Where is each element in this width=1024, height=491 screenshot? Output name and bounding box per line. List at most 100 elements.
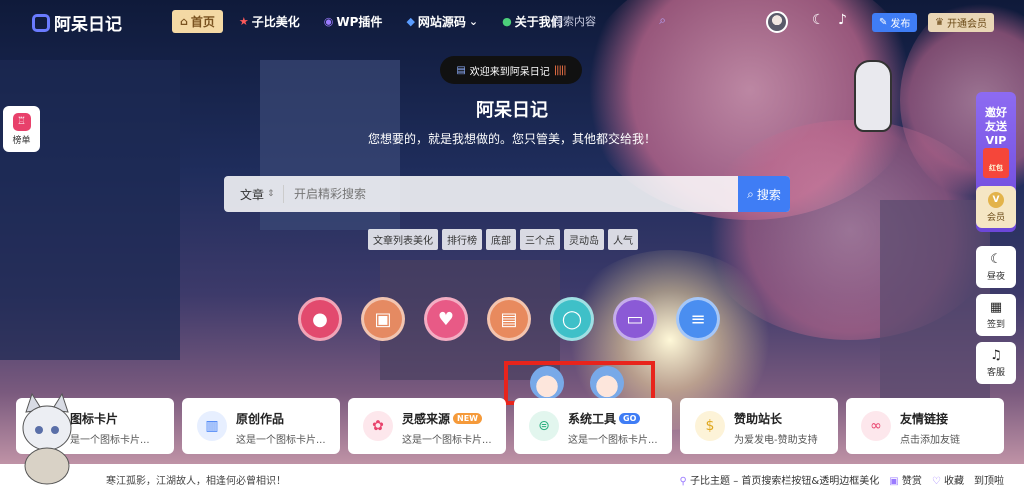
link-icon: ⚲: [679, 476, 687, 487]
icon-card[interactable]: ✿ 灵感来源 NEW 这是一个图标卡片...: [348, 398, 506, 454]
crown-icon: ♛: [935, 17, 944, 28]
ranking-float-button[interactable]: ♖ 榜单: [3, 106, 40, 152]
chevron-down-icon: ⌄: [468, 15, 479, 28]
card-title-text: 灵感来源: [402, 412, 451, 426]
member-button[interactable]: V 会员: [976, 186, 1016, 228]
tag[interactable]: 底部: [486, 229, 516, 250]
vip-button[interactable]: ♛ 开通会员: [928, 13, 994, 32]
publish-button[interactable]: ✎ 发布: [872, 13, 918, 32]
cat-mascot: [22, 392, 72, 485]
search-input[interactable]: [284, 187, 738, 201]
footer-post-link[interactable]: ⚲ 子比主题 – 首页搜索栏按钮&透明边框美化: [680, 472, 880, 487]
icon-card[interactable]: ∞ 友情链接 点击添加友链: [846, 398, 1004, 454]
card-description: 这是一个图标卡片...: [568, 435, 658, 446]
card-badge: NEW: [453, 413, 482, 424]
sidebar-item-moon[interactable]: ☾ 昼夜: [976, 246, 1016, 288]
icon-card[interactable]: ⊜ 系统工具 GO 这是一个图标卡片...: [514, 398, 672, 454]
sidebar-item-calendar[interactable]: ▦ 签到: [976, 294, 1016, 336]
nav-label: 首页: [190, 15, 215, 29]
tag[interactable]: 三个点: [520, 229, 560, 250]
welcome-text: 欢迎来到阿呆日记: [469, 66, 550, 78]
header-search-input[interactable]: 搜索内容 ⌕: [544, 9, 674, 33]
member-label: 会员: [986, 212, 1005, 223]
gift-icon[interactable]: ▣: [361, 297, 405, 341]
heart-icon[interactable]: ♥: [424, 297, 468, 341]
card-title-text: 友情链接: [900, 412, 949, 426]
search-button[interactable]: ⌕ 搜索: [738, 176, 790, 212]
image-icon[interactable]: ▤: [487, 297, 531, 341]
nav-label: 子比美化: [251, 15, 300, 29]
nav-label: 网站源码: [417, 15, 466, 29]
footer-link-label: 收藏: [944, 476, 964, 487]
sidebar-item-label: 签到: [986, 320, 1005, 330]
hero-search: 文章 ⇕ ⌕ 搜索: [224, 176, 790, 212]
info-icon: ●: [502, 15, 512, 28]
link-icon: ∞: [861, 411, 891, 441]
card-title: 友情链接: [900, 410, 948, 427]
code-icon: ◆: [406, 15, 415, 28]
card-description: 这是一个图标卡片...: [402, 435, 492, 446]
message-icon: ▤: [456, 64, 466, 76]
card-icon[interactable]: ▭: [613, 297, 657, 341]
icon-card[interactable]: $ 赞助站长 为爱发电-赞助支持: [680, 398, 838, 454]
gift-icon: ▣: [889, 476, 899, 487]
reward-button[interactable]: ▣ 赞赏: [889, 472, 922, 487]
search-button-label: 搜索: [756, 187, 781, 202]
footer-bar: 寒江孤影，江湖故人，相逢何必曾相识！ ⚲ 子比主题 – 首页搜索栏按钮&透明边框…: [0, 464, 1024, 491]
search-icon[interactable]: ⌕: [659, 13, 666, 28]
nav-item-zibi[interactable]: ★ 子比美化: [231, 10, 308, 33]
main-nav: ⌂ 首页 ★ 子比美化 ◉ WP插件 ◆ 网站源码 ⌄ ● 关于我们: [172, 10, 571, 33]
logo-text: 阿呆日记: [54, 15, 122, 35]
home-icon: ⌂: [180, 15, 188, 28]
moon-icon: ☾: [990, 252, 1002, 267]
icon-card[interactable]: ▥ 原创作品这是一个图标卡片...: [182, 398, 340, 454]
card-title-text: 原创作品: [236, 412, 285, 426]
card-title-text: 系统工具: [568, 412, 617, 426]
card-title: 原创作品: [236, 410, 284, 427]
card-description: 这是一个图标卡片...: [236, 435, 326, 446]
nav-item-wp[interactable]: ◉ WP插件: [316, 10, 391, 33]
vip-badge-icon: V: [988, 191, 1004, 208]
card-title-text: 赞助站长: [734, 412, 783, 426]
back-to-top-button[interactable]: 到顶啦: [974, 472, 1004, 487]
card-title: 灵感来源 NEW: [402, 410, 482, 427]
building-icon: ▥: [197, 411, 227, 441]
card-title: 赞助站长: [734, 410, 782, 427]
equalizer-icon: |||||: [553, 64, 567, 76]
icon-card-row: ⚑图标卡片是一个图标卡片...▥原创作品这是一个图标卡片...✿灵感来源NEW这…: [16, 398, 1004, 454]
nav-item-source[interactable]: ◆ 网站源码 ⌄: [398, 10, 486, 33]
pen-icon: ✎: [879, 17, 888, 28]
sidebar-item-headset[interactable]: ♫ 客服: [976, 342, 1016, 384]
search-type-select[interactable]: 文章 ⇕: [224, 185, 284, 203]
sidebar-tools: ☾ 昼夜 ▦ 签到 ♫ 客服: [976, 246, 1016, 384]
chat-icon[interactable]: ◯: [550, 297, 594, 341]
tag[interactable]: 人气: [608, 229, 638, 250]
coin-icon: $: [695, 411, 725, 441]
bell-icon[interactable]: ♪: [838, 12, 847, 28]
hot-tags: 文章列表美化 排行榜 底部 三个点 灵动岛 人气: [368, 229, 638, 250]
tag[interactable]: 文章列表美化: [368, 229, 438, 250]
tag[interactable]: 灵动岛: [564, 229, 604, 250]
sparkle-icon: ✿: [363, 411, 393, 441]
sort-icon: ⇕: [267, 189, 275, 199]
game-icon[interactable]: ●: [298, 297, 342, 341]
nav-label: WP插件: [336, 15, 383, 29]
footer-link-label: 赞赏: [901, 476, 922, 487]
moon-icon[interactable]: ☾: [812, 12, 825, 28]
nav-item-home[interactable]: ⌂ 首页: [172, 10, 223, 33]
search-icon: ⌕: [747, 186, 754, 201]
site-logo[interactable]: 阿呆日记: [32, 10, 122, 35]
tag[interactable]: 排行榜: [442, 229, 482, 250]
tool-icon: ⊜: [529, 411, 559, 441]
card-title: 系统工具 GO: [568, 410, 641, 427]
page-title: 阿呆日记: [476, 100, 548, 121]
favorite-button[interactable]: ♡ 收藏: [932, 472, 964, 487]
sidebar-item-label: 客服: [986, 368, 1005, 378]
shortcut-icons: ● ▣ ♥ ▤ ◯ ▭ ≡: [298, 297, 720, 341]
sidebar-item-label: 昼夜: [986, 272, 1005, 282]
search-type-label: 文章: [240, 187, 265, 202]
avatar[interactable]: [766, 11, 788, 33]
heart-icon: ♡: [931, 476, 941, 487]
footer-link-label: 子比主题 – 首页搜索栏按钮&透明边框美化: [690, 476, 880, 487]
doc-icon[interactable]: ≡: [676, 297, 720, 341]
